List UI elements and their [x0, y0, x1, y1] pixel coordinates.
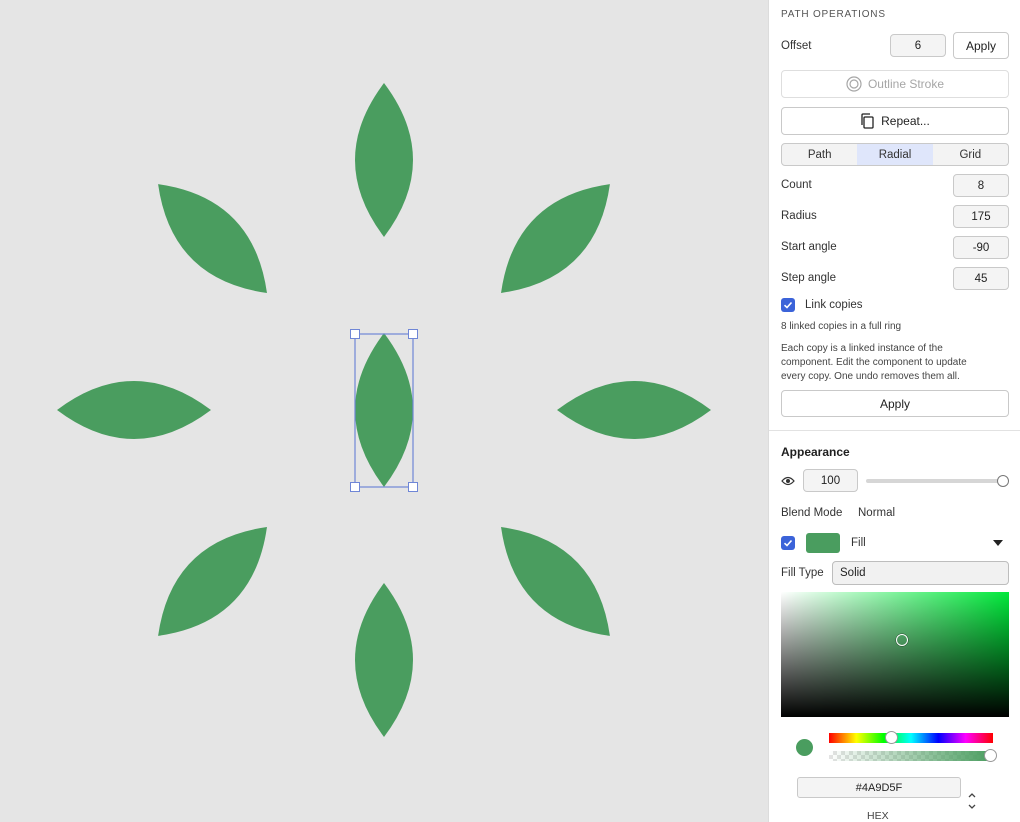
outline-stroke-label: Outline Stroke	[867, 77, 945, 91]
resize-handle-top-right[interactable]	[408, 329, 418, 339]
repeat-label: Repeat...	[881, 114, 930, 128]
copies-summary: 8 linked copies in a full ring	[781, 321, 902, 332]
leaf-top[interactable]	[355, 83, 413, 237]
inspector-panel: PATH OPERATIONS Offset 6 Apply Outline S…	[768, 0, 1020, 822]
tab-grid[interactable]: Grid	[933, 144, 1008, 165]
checkmark-icon	[783, 301, 793, 309]
path-operations-title: PATH OPERATIONS	[781, 9, 886, 20]
leaf-right[interactable]	[557, 381, 711, 439]
repeat-mode-tabs: Path Radial Grid	[781, 143, 1009, 166]
offset-input[interactable]: 6	[890, 34, 946, 57]
eye-icon[interactable]	[781, 475, 795, 487]
current-color-preview	[796, 739, 813, 756]
appearance-title: Appearance	[781, 445, 850, 459]
copy-icon	[861, 113, 874, 129]
leaf-top-right[interactable]	[481, 164, 631, 314]
leaf-bottom[interactable]	[355, 583, 413, 737]
offset-apply-button[interactable]: Apply	[953, 32, 1009, 59]
fill-type-label: Fill Type	[781, 567, 824, 579]
resize-handle-bottom-right[interactable]	[408, 482, 418, 492]
start-angle-input[interactable]: -90	[953, 236, 1009, 259]
leaf-center[interactable]	[355, 333, 413, 487]
color-picker-cursor[interactable]	[896, 634, 908, 646]
hex-label: HEX	[867, 810, 889, 822]
resize-handle-top-left[interactable]	[350, 329, 360, 339]
stepper-icon[interactable]	[967, 791, 977, 811]
design-canvas[interactable]	[0, 0, 768, 822]
repeat-button[interactable]: Repeat...	[781, 107, 1009, 135]
radius-input[interactable]: 175	[953, 205, 1009, 228]
radial-apply-button[interactable]: Apply	[781, 390, 1009, 417]
fill-swatch[interactable]	[806, 533, 840, 553]
canvas-artwork[interactable]	[0, 0, 768, 822]
leaf-bottom-left[interactable]	[138, 507, 288, 657]
count-input[interactable]: 8	[953, 174, 1009, 197]
fill-type-select[interactable]: Solid	[832, 561, 1009, 585]
outline-stroke-icon	[846, 76, 862, 92]
color-saturation-picker[interactable]	[781, 592, 1009, 717]
step-angle-label: Step angle	[781, 272, 836, 284]
hex-input[interactable]: #4A9D5F	[797, 777, 961, 798]
blend-mode-value[interactable]: Normal	[858, 507, 895, 519]
fill-checkbox[interactable]	[781, 536, 795, 550]
description-line-1: Each copy is a linked instance of the	[781, 343, 943, 354]
opacity-slider-thumb[interactable]	[997, 475, 1009, 487]
count-label: Count	[781, 179, 812, 191]
alpha-slider-thumb[interactable]	[984, 749, 997, 762]
leaf-bottom-right[interactable]	[481, 507, 631, 657]
section-divider	[769, 430, 1020, 431]
start-angle-label: Start angle	[781, 241, 837, 253]
opacity-slider-track[interactable]	[866, 479, 1003, 483]
link-copies-checkbox[interactable]	[781, 298, 795, 312]
hue-slider[interactable]	[829, 733, 993, 743]
alpha-slider[interactable]	[829, 751, 993, 761]
offset-label: Offset	[781, 40, 812, 52]
outline-stroke-button[interactable]: Outline Stroke	[781, 70, 1009, 98]
radius-label: Radius	[781, 210, 817, 222]
leaf-left[interactable]	[57, 381, 211, 439]
tab-radial[interactable]: Radial	[857, 144, 933, 165]
blend-mode-label: Blend Mode	[781, 507, 843, 519]
description-line-2: component. Edit the component to update	[781, 357, 967, 368]
leaf-top-left[interactable]	[138, 164, 288, 314]
chevron-down-icon[interactable]	[993, 540, 1003, 546]
link-copies-label: Link copies	[805, 299, 863, 311]
step-angle-input[interactable]: 45	[953, 267, 1009, 290]
fill-label: Fill	[851, 537, 866, 549]
opacity-input[interactable]: 100	[803, 469, 858, 492]
description-line-3: every copy. One undo removes them all.	[781, 371, 960, 382]
hue-slider-thumb[interactable]	[885, 731, 898, 744]
tab-path[interactable]: Path	[782, 144, 857, 165]
resize-handle-bottom-left[interactable]	[350, 482, 360, 492]
checkmark-icon	[783, 539, 793, 547]
